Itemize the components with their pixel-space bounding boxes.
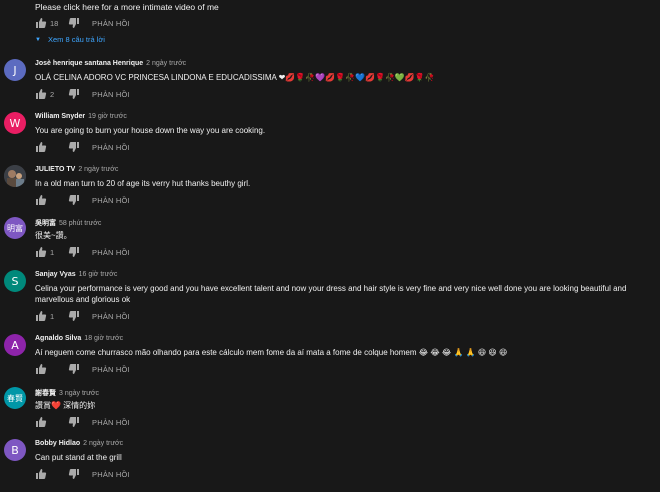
reply-button[interactable]: PHẢN HỒI	[92, 312, 130, 321]
timestamp[interactable]: 2 ngày trước	[146, 60, 186, 67]
comment-actions: PHẢN HỒI	[35, 416, 130, 428]
author-name[interactable]: William Snyder	[35, 113, 85, 120]
avatar-image	[4, 165, 26, 187]
dislike-icon[interactable]	[68, 141, 80, 153]
comment-text: OLÁ CELINA ADORO VC PRINCESA LINDONA E E…	[35, 73, 435, 82]
comment-header: 吳明富 58 phút trước	[35, 218, 101, 228]
view-replies-button[interactable]: ▼ Xem 8 câu trả lời	[35, 35, 105, 44]
dislike-icon[interactable]	[68, 363, 80, 375]
comment-header: 謝春賢 3 ngày trước	[35, 388, 99, 398]
author-name[interactable]: 吳明富	[35, 220, 56, 227]
dislike-icon[interactable]	[68, 194, 80, 206]
comment-text: Aí neguem come churrasco mão olhando par…	[35, 348, 508, 357]
dislike-icon[interactable]	[68, 17, 80, 29]
dislike-icon[interactable]	[68, 416, 80, 428]
like-count: 2	[50, 89, 55, 99]
reply-button[interactable]: PHẢN HỒI	[92, 418, 130, 427]
comment-actions: PHẢN HỒI	[35, 141, 130, 153]
comment-text: Please click here for a more intimate vi…	[35, 2, 219, 12]
comment-text: 很美~讚。	[35, 231, 72, 240]
like-count: 1	[50, 311, 55, 321]
author-name[interactable]: 謝春賢	[35, 390, 56, 397]
dislike-icon[interactable]	[68, 468, 80, 480]
reply-button[interactable]: PHẢN HỒI	[92, 19, 130, 28]
timestamp[interactable]: 19 giờ trước	[88, 113, 127, 120]
dislike-icon[interactable]	[68, 310, 80, 322]
comment-actions: 1 PHẢN HỒI	[35, 310, 130, 322]
timestamp[interactable]: 2 ngày trước	[78, 166, 118, 173]
comment-header: Bobby Hidlao 2 ngày trước	[35, 440, 123, 447]
comment-text: Celina your performance is very good and…	[35, 284, 627, 304]
author-name[interactable]: Sanjay Vyas	[35, 271, 76, 278]
avatar[interactable]: 明富	[4, 217, 26, 239]
like-icon[interactable]	[35, 194, 47, 206]
avatar[interactable]: S	[4, 270, 26, 292]
author-name[interactable]: JULIETO TV	[35, 166, 75, 173]
like-icon[interactable]	[35, 141, 47, 153]
author-name[interactable]: Agnaldo Silva	[35, 335, 81, 342]
comment-actions: 18 PHẢN HỒI	[35, 17, 130, 29]
like-count: 1	[50, 247, 55, 257]
comment-actions: 2 PHẢN HỒI	[35, 88, 130, 100]
author-name[interactable]: Bobby Hidlao	[35, 440, 80, 447]
reply-button[interactable]: PHẢN HỒI	[92, 90, 130, 99]
comment-text: You are going to burn your house down th…	[35, 126, 266, 135]
comment-actions: PHẢN HỒI	[35, 363, 130, 375]
timestamp[interactable]: 3 ngày trước	[59, 390, 99, 397]
comment-header: William Snyder 19 giờ trước	[35, 113, 127, 120]
like-icon[interactable]	[35, 310, 47, 322]
reply-button[interactable]: PHẢN HỒI	[92, 143, 130, 152]
avatar[interactable]: 春賢	[4, 387, 26, 409]
timestamp[interactable]: 18 giờ trước	[84, 335, 123, 342]
avatar[interactable]: A	[4, 334, 26, 356]
dislike-icon[interactable]	[68, 88, 80, 100]
comment-actions: PHẢN HỒI	[35, 468, 130, 480]
avatar[interactable]: W	[4, 112, 26, 134]
chevron-down-icon: ▼	[35, 36, 41, 43]
dislike-icon[interactable]	[68, 246, 80, 258]
reply-button[interactable]: PHẢN HỒI	[92, 196, 130, 205]
comment-header: JULIETO TV 2 ngày trước	[35, 166, 118, 173]
comment-text: Can put stand at the grill	[35, 453, 122, 462]
reply-button[interactable]: PHẢN HỒI	[92, 365, 130, 374]
comment-text: 讚賞❤️ 深情的妳	[35, 401, 96, 410]
timestamp[interactable]: 58 phút trước	[59, 220, 101, 227]
like-icon[interactable]	[35, 468, 47, 480]
avatar[interactable]: J	[4, 59, 26, 81]
like-icon[interactable]	[35, 416, 47, 428]
comment-actions: 1 PHẢN HỒI	[35, 246, 130, 258]
reply-button[interactable]: PHẢN HỒI	[92, 470, 130, 479]
like-icon[interactable]	[35, 246, 47, 258]
comment-actions: PHẢN HỒI	[35, 194, 130, 206]
reply-button[interactable]: PHẢN HỒI	[92, 248, 130, 257]
view-replies-label: Xem 8 câu trả lời	[47, 35, 105, 44]
like-icon[interactable]	[35, 88, 47, 100]
timestamp[interactable]: 2 ngày trước	[83, 440, 123, 447]
comment-header: Josè henrique santana Henrique 2 ngày trư…	[35, 60, 186, 67]
comment-text: In a old man turn to 20 of age its verry…	[35, 179, 251, 188]
avatar[interactable]: B	[4, 439, 26, 461]
like-count: 18	[50, 18, 59, 28]
timestamp[interactable]: 16 giờ trước	[79, 271, 118, 278]
like-icon[interactable]	[35, 363, 47, 375]
like-icon[interactable]	[35, 17, 47, 29]
avatar[interactable]	[4, 165, 26, 187]
author-name[interactable]: Josè henrique santana Henrique	[35, 60, 143, 67]
comment-header: Sanjay Vyas 16 giờ trước	[35, 271, 117, 278]
comment-header: Agnaldo Silva 18 giờ trước	[35, 335, 123, 342]
